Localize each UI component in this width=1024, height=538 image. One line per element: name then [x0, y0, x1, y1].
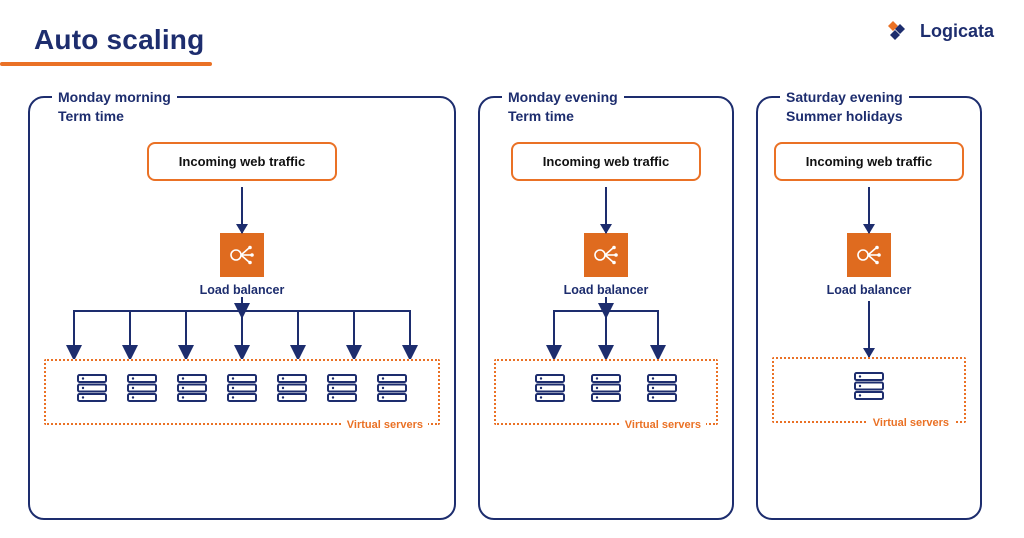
server-icon: [533, 371, 567, 405]
load-balancer-label: Load balancer: [827, 283, 912, 297]
server-icon: [325, 371, 359, 405]
server-icon: [75, 371, 109, 405]
slide: Auto scaling Logicata Monday morning Ter…: [0, 0, 1024, 538]
brand-logo: Logicata: [884, 18, 994, 44]
virtual-servers-label: Virtual servers: [868, 417, 954, 429]
virtual-servers-label: Virtual servers: [342, 419, 428, 431]
virtual-servers-tray: Virtual servers: [44, 359, 440, 425]
arrow-down-icon: [605, 187, 607, 233]
virtual-servers-tray: Virtual servers: [494, 359, 718, 425]
server-icon: [175, 371, 209, 405]
title-underline: [0, 62, 212, 66]
incoming-traffic-box: Incoming web traffic: [774, 142, 964, 181]
fanout-lines: [43, 297, 441, 359]
flow-stack: Incoming web traffic Load balancer Virtu…: [772, 142, 966, 423]
arrow-down-icon: [868, 301, 870, 357]
logicata-mark-icon: [884, 18, 912, 44]
scenario-title-line2: Summer holidays: [786, 108, 903, 124]
incoming-traffic-box: Incoming web traffic: [511, 142, 701, 181]
virtual-servers-label: Virtual servers: [620, 419, 706, 431]
scenario-title: Monday morning Term time: [52, 88, 177, 126]
scenario-title-line1: Monday morning: [58, 89, 171, 105]
load-balancer-label: Load balancer: [200, 283, 285, 297]
scenario-panel: Monday morning Term time Incoming web tr…: [28, 96, 456, 520]
load-balancer-icon: [220, 233, 264, 277]
arrow-down-icon: [868, 187, 870, 233]
scenario-panel: Saturday evening Summer holidays Incomin…: [756, 96, 982, 520]
arrow-down-icon: [241, 187, 243, 233]
load-balancer-icon: [847, 233, 891, 277]
load-balancer-icon: [584, 233, 628, 277]
scenario-title: Saturday evening Summer holidays: [780, 88, 909, 126]
load-balancer-label: Load balancer: [564, 283, 649, 297]
panels-row: Monday morning Term time Incoming web tr…: [28, 96, 996, 520]
fanout-lines: [494, 297, 718, 359]
scenario-title-line2: Term time: [58, 108, 124, 124]
server-icon: [645, 371, 679, 405]
server-icon: [852, 369, 886, 403]
server-icon: [589, 371, 623, 405]
flow-stack: Incoming web traffic: [44, 142, 440, 425]
scenario-title: Monday evening Term time: [502, 88, 624, 126]
server-icon: [125, 371, 159, 405]
scenario-title-line1: Saturday evening: [786, 89, 903, 105]
scenario-title-line1: Monday evening: [508, 89, 618, 105]
flow-stack: Incoming web traffic Load balancer: [494, 142, 718, 425]
server-icon: [225, 371, 259, 405]
server-icon: [375, 371, 409, 405]
server-icon: [275, 371, 309, 405]
incoming-traffic-box: Incoming web traffic: [147, 142, 337, 181]
page-title: Auto scaling: [34, 24, 996, 56]
brand-name: Logicata: [920, 21, 994, 42]
virtual-servers-tray: Virtual servers: [772, 357, 966, 423]
scenario-title-line2: Term time: [508, 108, 574, 124]
scenario-panel: Monday evening Term time Incoming web tr…: [478, 96, 734, 520]
